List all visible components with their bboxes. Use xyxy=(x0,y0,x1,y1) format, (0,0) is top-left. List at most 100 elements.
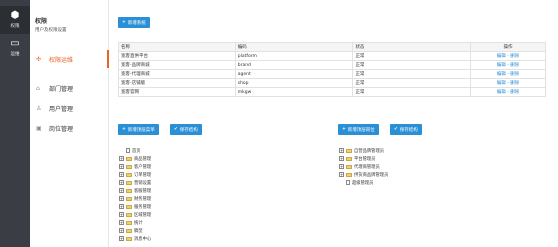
tree-node[interactable]: + 供货商品牌管理员 xyxy=(339,171,388,178)
tree-node[interactable]: + 代理商管理员 xyxy=(339,163,380,170)
cell-status: 正常 xyxy=(352,51,472,61)
table-row: 宽客-品牌商城 brand 正常 编辑 - 删除 xyxy=(118,60,546,70)
tree-node-label: 客服管理 xyxy=(134,188,152,194)
cell-code: mkgw xyxy=(234,87,354,97)
expand-icon[interactable]: + xyxy=(119,164,124,169)
cell-name: 宽客直供平台 xyxy=(118,51,236,61)
sidebar-item-users[interactable]: ♙ 用户管理 xyxy=(30,99,109,117)
tree-node[interactable]: + 统计 xyxy=(119,219,143,226)
cell-actions: 编辑 - 删除 xyxy=(470,51,546,61)
tree-node[interactable]: + 客服管理 xyxy=(119,187,151,194)
folder-icon xyxy=(346,172,352,177)
delete-link[interactable]: 删除 xyxy=(510,72,519,77)
tree-node[interactable]: + 服务管理 xyxy=(119,203,151,210)
tree-node-label: 营销设置 xyxy=(134,180,152,186)
sidebar-item-permission-ops[interactable]: ✣ 权限运维 xyxy=(30,50,109,68)
save-structure-label: 保存结构 xyxy=(399,127,418,133)
delete-link[interactable]: 删除 xyxy=(510,90,519,95)
tree-node-label: 稿型 xyxy=(134,228,143,234)
delete-link[interactable]: 删除 xyxy=(510,81,519,86)
edit-link[interactable]: 编辑 xyxy=(497,81,506,86)
tree-node[interactable]: + 营销设置 xyxy=(119,179,151,186)
delete-link[interactable]: 删除 xyxy=(510,54,519,59)
expand-icon[interactable]: + xyxy=(119,236,124,241)
tree-node[interactable]: + 商品管理 xyxy=(119,155,151,162)
cell-code: shop xyxy=(234,78,354,88)
expand-icon[interactable]: + xyxy=(119,188,124,193)
sidebar-item-departments[interactable]: ⌂ 部门管理 xyxy=(30,79,109,97)
add-top-menu-label: 新增顶层菜单 xyxy=(127,127,155,133)
tree-node[interactable]: 首页 xyxy=(119,147,141,154)
cube-icon: ⬢ xyxy=(10,10,20,21)
add-top-menu-button[interactable]: + 新增顶层菜单 xyxy=(118,124,159,135)
tree-node[interactable]: + 消息中心 xyxy=(119,235,151,242)
save-menu-structure-button[interactable]: ✔ 保存结构 xyxy=(170,124,202,135)
table-row: 宽客-店铺版 shop 正常 编辑 - 删除 xyxy=(118,78,546,88)
expand-icon[interactable]: + xyxy=(119,156,124,161)
tree-node-label: 统计 xyxy=(134,220,143,226)
expand-icon[interactable]: + xyxy=(339,164,344,169)
expand-icon[interactable]: + xyxy=(339,172,344,177)
sidebar-item-label: 权限运维 xyxy=(49,56,74,64)
edit-link[interactable]: 编辑 xyxy=(497,63,506,68)
cell-actions: 编辑 - 删除 xyxy=(470,69,546,79)
save-position-structure-button[interactable]: ✔ 保存结构 xyxy=(390,124,422,135)
tree-node[interactable]: + 财务管理 xyxy=(119,195,151,202)
systems-table: 名称 编码 状态 操作 宽客直供平台 platform 正常 编辑 - 删除 宽… xyxy=(118,42,546,97)
plus-icon: + xyxy=(122,127,126,132)
tree-node[interactable]: 超级管理员 xyxy=(339,179,373,186)
cell-code: brand xyxy=(234,60,354,70)
tree-node-label: 财务管理 xyxy=(134,196,152,202)
tree-node[interactable]: + 稿型 xyxy=(119,227,143,234)
tree-node[interactable]: + 平台管理员 xyxy=(339,155,375,162)
tree-node-label: 区域管理 xyxy=(134,212,152,218)
cell-name: 宽客-品牌商城 xyxy=(118,60,236,70)
expand-icon[interactable]: + xyxy=(119,204,124,209)
delete-link[interactable]: 删除 xyxy=(510,63,519,68)
tree-node[interactable]: + 客户管理 xyxy=(119,163,151,170)
cell-status: 正常 xyxy=(352,87,472,97)
expand-icon[interactable]: + xyxy=(339,156,344,161)
edit-link[interactable]: 编辑 xyxy=(497,90,506,95)
expand-icon[interactable]: + xyxy=(119,212,124,217)
monitor-icon: ▭ xyxy=(10,38,20,49)
add-top-position-button[interactable]: + 新增顶层岗位 xyxy=(338,124,379,135)
tree-node-label: 消息中心 xyxy=(134,236,152,242)
expand-icon[interactable]: + xyxy=(119,180,124,185)
sidebar-item-label: 岗位管理 xyxy=(49,125,74,133)
column-header-code: 编码 xyxy=(234,42,354,52)
expand-icon[interactable]: + xyxy=(119,220,124,225)
folder-icon xyxy=(126,188,132,193)
table-row: 宽客直供平台 platform 正常 编辑 - 删除 xyxy=(118,51,546,61)
plus-icon: + xyxy=(342,127,346,132)
rail-item-ops[interactable]: ▭ 运维 xyxy=(0,34,30,62)
add-system-button[interactable]: + 新增系统 xyxy=(118,17,150,28)
cell-status: 正常 xyxy=(352,78,472,88)
tree-node-label: 服务管理 xyxy=(134,204,152,210)
table-header-row: 名称 编码 状态 操作 xyxy=(118,42,546,52)
edit-link[interactable]: 编辑 xyxy=(497,54,506,59)
sidebar-item-positions[interactable]: ▣ 岗位管理 xyxy=(30,119,109,137)
tree-node[interactable]: + 订单管理 xyxy=(119,171,151,178)
cell-code: agent xyxy=(234,69,354,79)
table-row: 宽客-代理商城 agent 正常 编辑 - 删除 xyxy=(118,69,546,79)
tree-node[interactable]: + 自营品牌管理员 xyxy=(339,147,384,154)
expand-icon[interactable]: + xyxy=(119,196,124,201)
folder-icon xyxy=(126,220,132,225)
sidebar-item-label: 部门管理 xyxy=(49,85,74,93)
column-header-actions: 操作 xyxy=(470,42,546,52)
tree-node[interactable]: + 区域管理 xyxy=(119,211,151,218)
document-icon xyxy=(126,148,130,153)
cell-name: 宽客-店铺版 xyxy=(118,78,236,88)
expand-icon[interactable]: + xyxy=(119,172,124,177)
expand-icon[interactable]: + xyxy=(119,228,124,233)
tree-node-label: 超级管理员 xyxy=(352,180,374,186)
rail-item-permissions[interactable]: ⬢ 权限 xyxy=(0,6,30,34)
expand-icon[interactable]: + xyxy=(339,148,344,153)
edit-link[interactable]: 编辑 xyxy=(497,72,506,77)
cell-code: platform xyxy=(234,51,354,61)
sidebar-title: 权限 xyxy=(35,18,48,25)
tree-node-label: 代理商管理员 xyxy=(354,164,380,170)
tree-node-label: 订单管理 xyxy=(134,172,152,178)
rail-item-label: 运维 xyxy=(10,52,20,57)
